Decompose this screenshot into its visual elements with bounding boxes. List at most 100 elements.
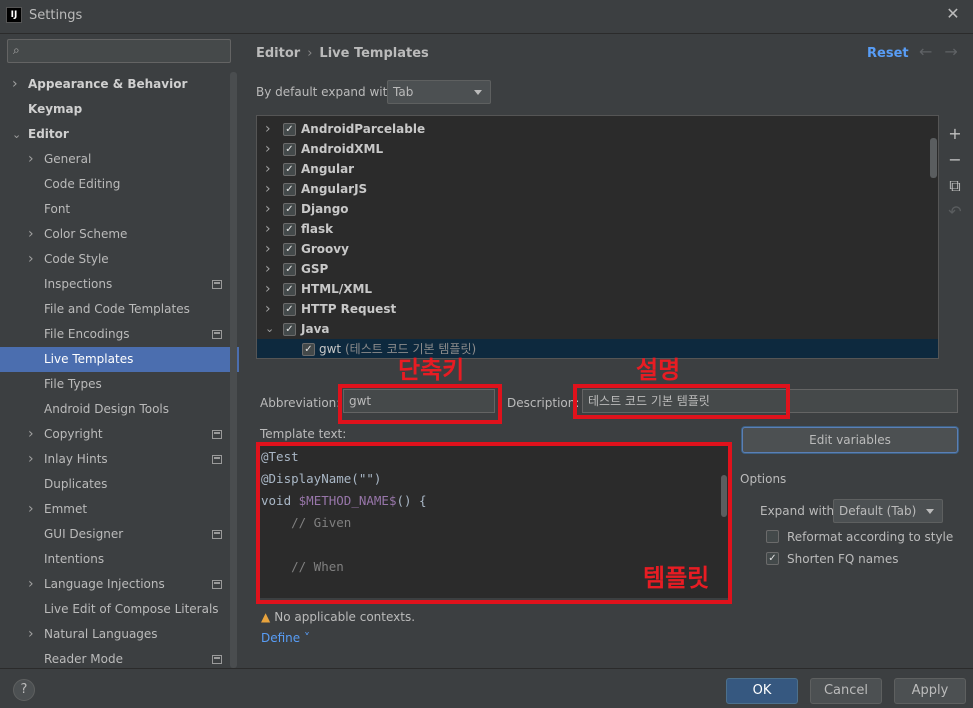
template-group-checkbox[interactable]: ✓ [283, 203, 296, 216]
chevron-right-icon[interactable]: › [265, 219, 271, 239]
template-group-row[interactable]: › ✓ Angular [257, 159, 938, 179]
shorten-fq-checkbox[interactable]: ✓ [766, 552, 779, 565]
template-group-checkbox[interactable]: ✓ [283, 303, 296, 316]
sidebar-item-label: File Types [44, 377, 102, 391]
sidebar-item[interactable]: File and Code Templates [0, 297, 230, 322]
apply-button[interactable]: Apply [894, 678, 966, 704]
template-group-checkbox[interactable]: ✓ [283, 123, 296, 136]
template-group-row[interactable]: › ✓ AngularJS [257, 179, 938, 199]
sidebar-item[interactable]: Live Edit of Compose Literals [0, 597, 230, 622]
chevron-right-icon[interactable]: › [265, 199, 271, 219]
chevron-right-icon[interactable]: › [28, 497, 34, 522]
sidebar-item[interactable]: › Appearance & Behavior [0, 72, 230, 97]
settings-sidebar: ⌕ › Appearance & Behavior Keymap ⌄ Editor › Ge… [0, 34, 239, 668]
sidebar-item[interactable]: › Language Injections [0, 572, 230, 597]
sidebar-item[interactable]: Intentions [0, 547, 230, 572]
template-group-checkbox[interactable]: ✓ [283, 323, 296, 336]
template-item-checkbox[interactable]: ✓ [302, 343, 315, 356]
chevron-right-icon[interactable]: › [265, 179, 271, 199]
add-icon[interactable]: + [943, 124, 967, 150]
help-button[interactable]: ? [13, 679, 35, 701]
sidebar-item[interactable]: › Natural Languages [0, 622, 230, 647]
chevron-right-icon[interactable]: › [265, 139, 271, 159]
remove-icon[interactable]: − [943, 150, 967, 176]
sidebar-item-label: GUI Designer [44, 527, 124, 541]
chevron-right-icon[interactable]: › [265, 159, 271, 179]
chevron-right-icon[interactable]: › [28, 222, 34, 247]
chevron-right-icon[interactable]: › [28, 447, 34, 472]
chevron-down-icon[interactable]: ⌄ [265, 319, 274, 339]
title-bar: IJ Settings ✕ [0, 0, 973, 34]
chevron-right-icon[interactable]: › [28, 572, 34, 597]
template-group-row[interactable]: › ✓ HTML/XML [257, 279, 938, 299]
template-group-row[interactable]: › ✓ AndroidXML [257, 139, 938, 159]
chevron-right-icon[interactable]: › [28, 147, 34, 172]
template-group-row[interactable]: › ✓ AndroidParcelable [257, 119, 938, 139]
chevron-down-icon [474, 90, 482, 95]
chevron-down-icon[interactable]: ⌄ [12, 122, 21, 147]
chevron-right-icon[interactable]: › [28, 247, 34, 272]
expand-with-select[interactable]: Default (Tab) [833, 499, 943, 523]
reset-link[interactable]: Reset [867, 46, 909, 61]
chevron-right-icon[interactable]: › [265, 119, 271, 139]
template-group-checkbox[interactable]: ✓ [283, 263, 296, 276]
sidebar-item[interactable]: File Encodings [0, 322, 230, 347]
sidebar-scrollbar[interactable] [230, 72, 237, 668]
close-icon[interactable]: ✕ [943, 4, 963, 24]
chevron-right-icon[interactable]: › [265, 299, 271, 319]
settings-search[interactable]: ⌕ [7, 39, 231, 63]
template-annotation: 템플릿 [643, 564, 710, 592]
forward-arrow-icon[interactable]: → [944, 42, 969, 61]
sidebar-item[interactable]: › Inlay Hints [0, 447, 230, 472]
sidebar-item-label: Code Style [44, 252, 109, 266]
template-group-row[interactable]: › ✓ Groovy [257, 239, 938, 259]
chevron-right-icon[interactable]: › [12, 72, 18, 97]
sidebar-item[interactable]: Code Editing [0, 172, 230, 197]
chevron-right-icon[interactable]: › [265, 259, 271, 279]
sidebar-item[interactable]: Android Design Tools [0, 397, 230, 422]
sidebar-item[interactable]: ⌄ Editor [0, 122, 230, 147]
template-group-checkbox[interactable]: ✓ [283, 143, 296, 156]
sidebar-item[interactable]: › General [0, 147, 230, 172]
sidebar-item[interactable]: Keymap [0, 97, 230, 122]
breadcrumb-parent[interactable]: Editor [256, 46, 300, 61]
sidebar-item[interactable]: › Copyright [0, 422, 230, 447]
templates-scrollbar[interactable] [930, 138, 937, 178]
sidebar-item[interactable]: › Code Style [0, 247, 230, 272]
template-group-row[interactable]: ⌄ ✓ Java [257, 319, 938, 339]
ok-button[interactable]: OK [726, 678, 798, 704]
sidebar-item[interactable]: GUI Designer [0, 522, 230, 547]
undo-icon[interactable]: ↶ [943, 202, 967, 228]
template-group-checkbox[interactable]: ✓ [283, 243, 296, 256]
template-group-row[interactable]: › ✓ flask [257, 219, 938, 239]
chevron-right-icon[interactable]: › [265, 279, 271, 299]
sidebar-item[interactable]: Duplicates [0, 472, 230, 497]
chevron-right-icon[interactable]: › [265, 239, 271, 259]
edit-variables-button[interactable]: Edit variables [742, 427, 958, 453]
sidebar-item[interactable]: › Emmet [0, 497, 230, 522]
sidebar-item[interactable]: Inspections [0, 272, 230, 297]
copy-icon[interactable]: ⧉ [943, 176, 967, 202]
sidebar-item[interactable]: › Color Scheme [0, 222, 230, 247]
sidebar-item[interactable]: Font [0, 197, 230, 222]
template-group-row[interactable]: › ✓ Django [257, 199, 938, 219]
sidebar-item[interactable]: Live Templates [0, 347, 239, 372]
cancel-button[interactable]: Cancel [810, 678, 882, 704]
sidebar-item[interactable]: Reader Mode [0, 647, 230, 668]
template-group-checkbox[interactable]: ✓ [283, 163, 296, 176]
sidebar-item[interactable]: File Types [0, 372, 230, 397]
template-group-checkbox[interactable]: ✓ [283, 283, 296, 296]
default-expand-select[interactable]: Tab [387, 80, 491, 104]
search-input[interactable] [32, 42, 227, 60]
chevron-right-icon[interactable]: › [28, 622, 34, 647]
reformat-checkbox[interactable] [766, 530, 779, 543]
template-item-row[interactable]: ✓ gwt (테스트 코드 기본 템플릿) [257, 339, 938, 358]
chevron-right-icon[interactable]: › [28, 422, 34, 447]
template-group-row[interactable]: › ✓ HTTP Request [257, 299, 938, 319]
template-group-row[interactable]: › ✓ GSP [257, 259, 938, 279]
template-group-checkbox[interactable]: ✓ [283, 183, 296, 196]
template-group-checkbox[interactable]: ✓ [283, 223, 296, 236]
back-arrow-icon[interactable]: ← [919, 42, 944, 61]
define-context-link[interactable]: Define ˅ [261, 631, 310, 645]
template-text-label: Template text: [260, 427, 347, 441]
